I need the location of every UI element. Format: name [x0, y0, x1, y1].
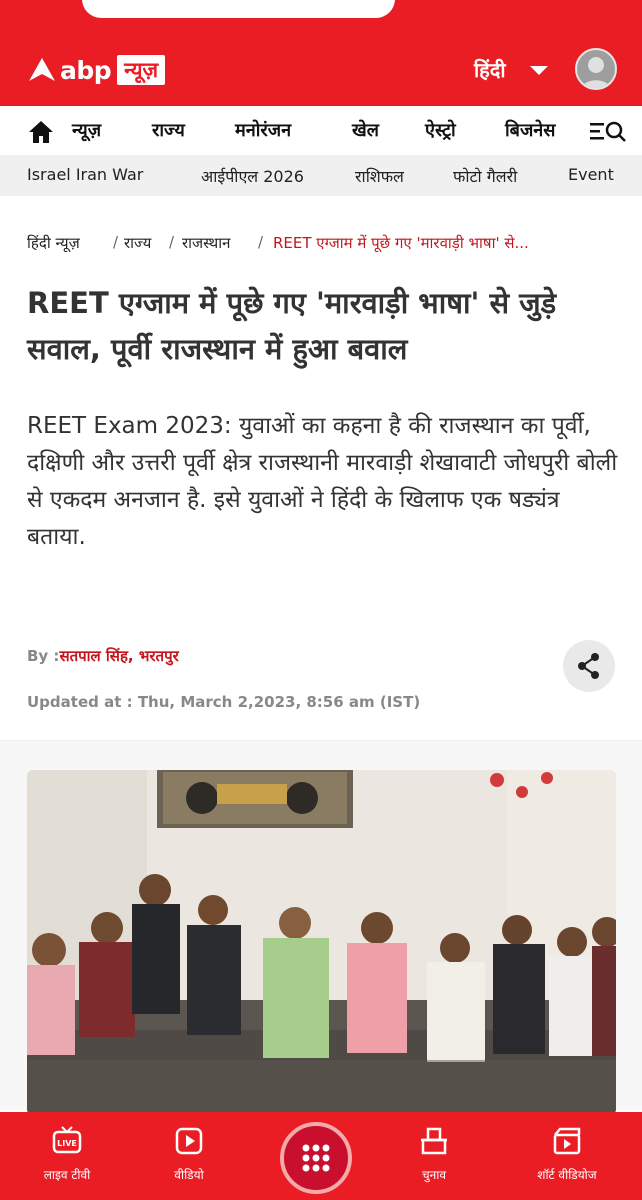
video-play-icon	[175, 1127, 203, 1155]
bottom-nav-short-videos[interactable]: शॉर्ट वीडियोज	[512, 1112, 622, 1200]
nav-item-astro[interactable]: ऐस्ट्रो	[425, 118, 456, 142]
trending-topics-bar: Israel Iran War आईपीएल 2026 राशिफल फोटो …	[0, 156, 642, 196]
group-photo	[27, 770, 616, 1115]
bottom-nav-label: वीडियो	[174, 1168, 204, 1182]
breadcrumb-separator: /	[169, 233, 175, 251]
breadcrumb-separator: /	[258, 233, 264, 251]
user-icon	[581, 57, 611, 88]
article-headline: REET एग्जाम में पूछे गए 'मारवाड़ी भाषा' …	[27, 286, 557, 366]
bottom-nav-live-tv[interactable]: LIVE लाइव टीवी	[12, 1112, 122, 1200]
nav-item-business[interactable]: बिजनेस	[505, 118, 555, 142]
author-link[interactable]: सतपाल सिंह, भरतपुर	[59, 647, 178, 665]
main-nav: न्यूज़ राज्य मनोरंजन खेल ऐस्ट्रो बिजनेस	[0, 106, 642, 156]
browser-pill	[82, 0, 395, 18]
bottom-nav-elections[interactable]: चुनाव	[379, 1112, 489, 1200]
grid-dots-icon	[302, 1144, 330, 1172]
apps-menu-button[interactable]	[280, 1122, 352, 1194]
topic-link[interactable]: Israel Iran War	[27, 165, 143, 184]
breadcrumb-item[interactable]: राजस्थान	[182, 233, 230, 253]
ballot-box-icon	[421, 1127, 447, 1155]
breadcrumb-separator: /	[113, 233, 119, 251]
by-label: By :	[27, 647, 60, 665]
home-icon[interactable]	[28, 120, 54, 144]
live-tv-icon: LIVE	[52, 1126, 82, 1154]
bottom-nav-label: चुनाव	[421, 1168, 447, 1182]
updated-timestamp: Updated at : Thu, March 2,2023, 8:56 am …	[27, 693, 421, 711]
topic-link[interactable]: Event	[568, 165, 614, 184]
breadcrumb-item[interactable]: राज्य	[124, 233, 151, 253]
bottom-nav-label: लाइव टीवी	[43, 1168, 91, 1182]
hero-section	[0, 740, 642, 1115]
status-strip	[0, 0, 642, 34]
abp-news-logo[interactable]: abp न्यूज़	[27, 53, 166, 87]
language-selector[interactable]: हिंदी	[474, 56, 506, 83]
topic-link[interactable]: आईपीएल 2026	[201, 165, 304, 187]
live-badge: LIVE	[57, 1139, 77, 1148]
chevron-down-icon[interactable]	[530, 66, 548, 75]
bottom-nav-label: शॉर्ट वीडियोज	[537, 1168, 597, 1182]
logo-news-text: न्यूज़	[117, 55, 166, 85]
logo-abp-text: abp	[60, 55, 112, 85]
article-hero-image[interactable]	[27, 770, 616, 1115]
topic-link[interactable]: राशिफल	[355, 165, 404, 187]
share-button[interactable]	[563, 640, 615, 692]
article-page: abp न्यूज़ हिंदी न्यूज़ राज्य मनोरंजन खे…	[0, 0, 642, 1200]
site-header: abp न्यूज़ हिंदी	[0, 34, 642, 106]
nav-item-state[interactable]: राज्य	[152, 118, 185, 142]
topic-link[interactable]: फोटो गैलरी	[453, 165, 517, 187]
short-video-icon	[553, 1127, 581, 1155]
share-icon	[578, 653, 599, 679]
breadcrumb-current: REET एग्जाम में पूछे गए 'मारवाड़ी भाषा' …	[273, 234, 529, 252]
menu-search-icon[interactable]	[588, 118, 628, 146]
byline: By :सतपाल सिंह, भरतपुर	[27, 646, 179, 666]
breadcrumb-item[interactable]: हिंदी न्यूज़	[27, 233, 80, 253]
nav-item-entertainment[interactable]: मनोरंजन	[235, 118, 291, 142]
abp-logo-icon	[29, 58, 55, 81]
user-avatar[interactable]	[575, 48, 617, 90]
nav-item-news[interactable]: न्यूज़	[72, 118, 101, 142]
nav-item-sports[interactable]: खेल	[352, 118, 379, 142]
bottom-nav-videos[interactable]: वीडियो	[134, 1112, 244, 1200]
article-summary: REET Exam 2023: युवाओं का कहना है की राज…	[27, 413, 618, 550]
